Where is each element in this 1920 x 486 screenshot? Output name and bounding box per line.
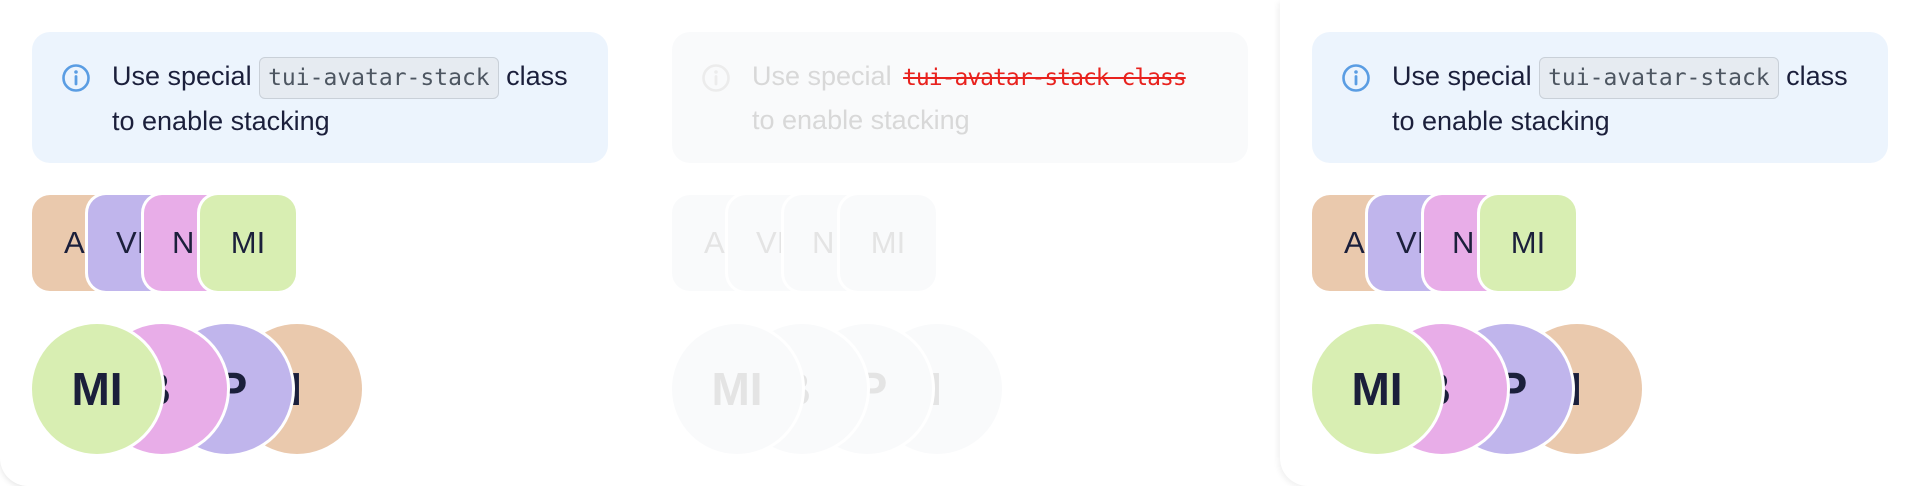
class-name-code: tui-avatar-stack (259, 57, 499, 99)
demo-panel-1: Use special tui-avatar-stack class to en… (0, 0, 640, 486)
avatar-stack-small: A VI NI MI (672, 195, 1072, 291)
avatar: MI (200, 195, 296, 291)
notification: Use special tui-avatar-stack class to en… (672, 32, 1248, 163)
avatar: MI (672, 324, 802, 454)
notification: Use special tui-avatar-stack class to en… (32, 32, 608, 163)
class-name-code: tui-avatar-stack class (903, 65, 1187, 91)
demo-panel-3: Use special tui-avatar-stack class to en… (1280, 0, 1920, 486)
avatar: MI (1312, 324, 1442, 454)
avatar-stack-large: AI VP IB MI (1312, 324, 1712, 454)
notification-text: Use special tui-avatar-stack class to en… (1392, 54, 1872, 143)
notice-text-before: Use special (752, 61, 892, 91)
info-icon (1342, 64, 1370, 92)
notification: Use special tui-avatar-stack class to en… (1312, 32, 1888, 163)
info-icon (62, 64, 90, 92)
notification-text: Use special tui-avatar-stack class to en… (752, 54, 1232, 142)
notice-text-before: Use special (1392, 61, 1532, 91)
demo-panel-2: Use special tui-avatar-stack class to en… (640, 0, 1280, 486)
class-name-code: tui-avatar-stack (1539, 57, 1779, 99)
notice-text-before: Use special (112, 61, 252, 91)
avatar-stack-small: A VI NI MI (32, 195, 432, 291)
avatar: MI (840, 195, 936, 291)
notification-text: Use special tui-avatar-stack class to en… (112, 54, 592, 143)
avatar-stack-large: AI VP IB MI (672, 324, 1072, 454)
avatar-stack-large: AI VP IB MI (32, 324, 432, 454)
avatar: MI (1480, 195, 1576, 291)
info-icon (702, 64, 730, 92)
avatar-stack-small: A VI NI MI (1312, 195, 1712, 291)
notice-text-after: to enable stacking (752, 105, 970, 135)
avatar: MI (32, 324, 162, 454)
